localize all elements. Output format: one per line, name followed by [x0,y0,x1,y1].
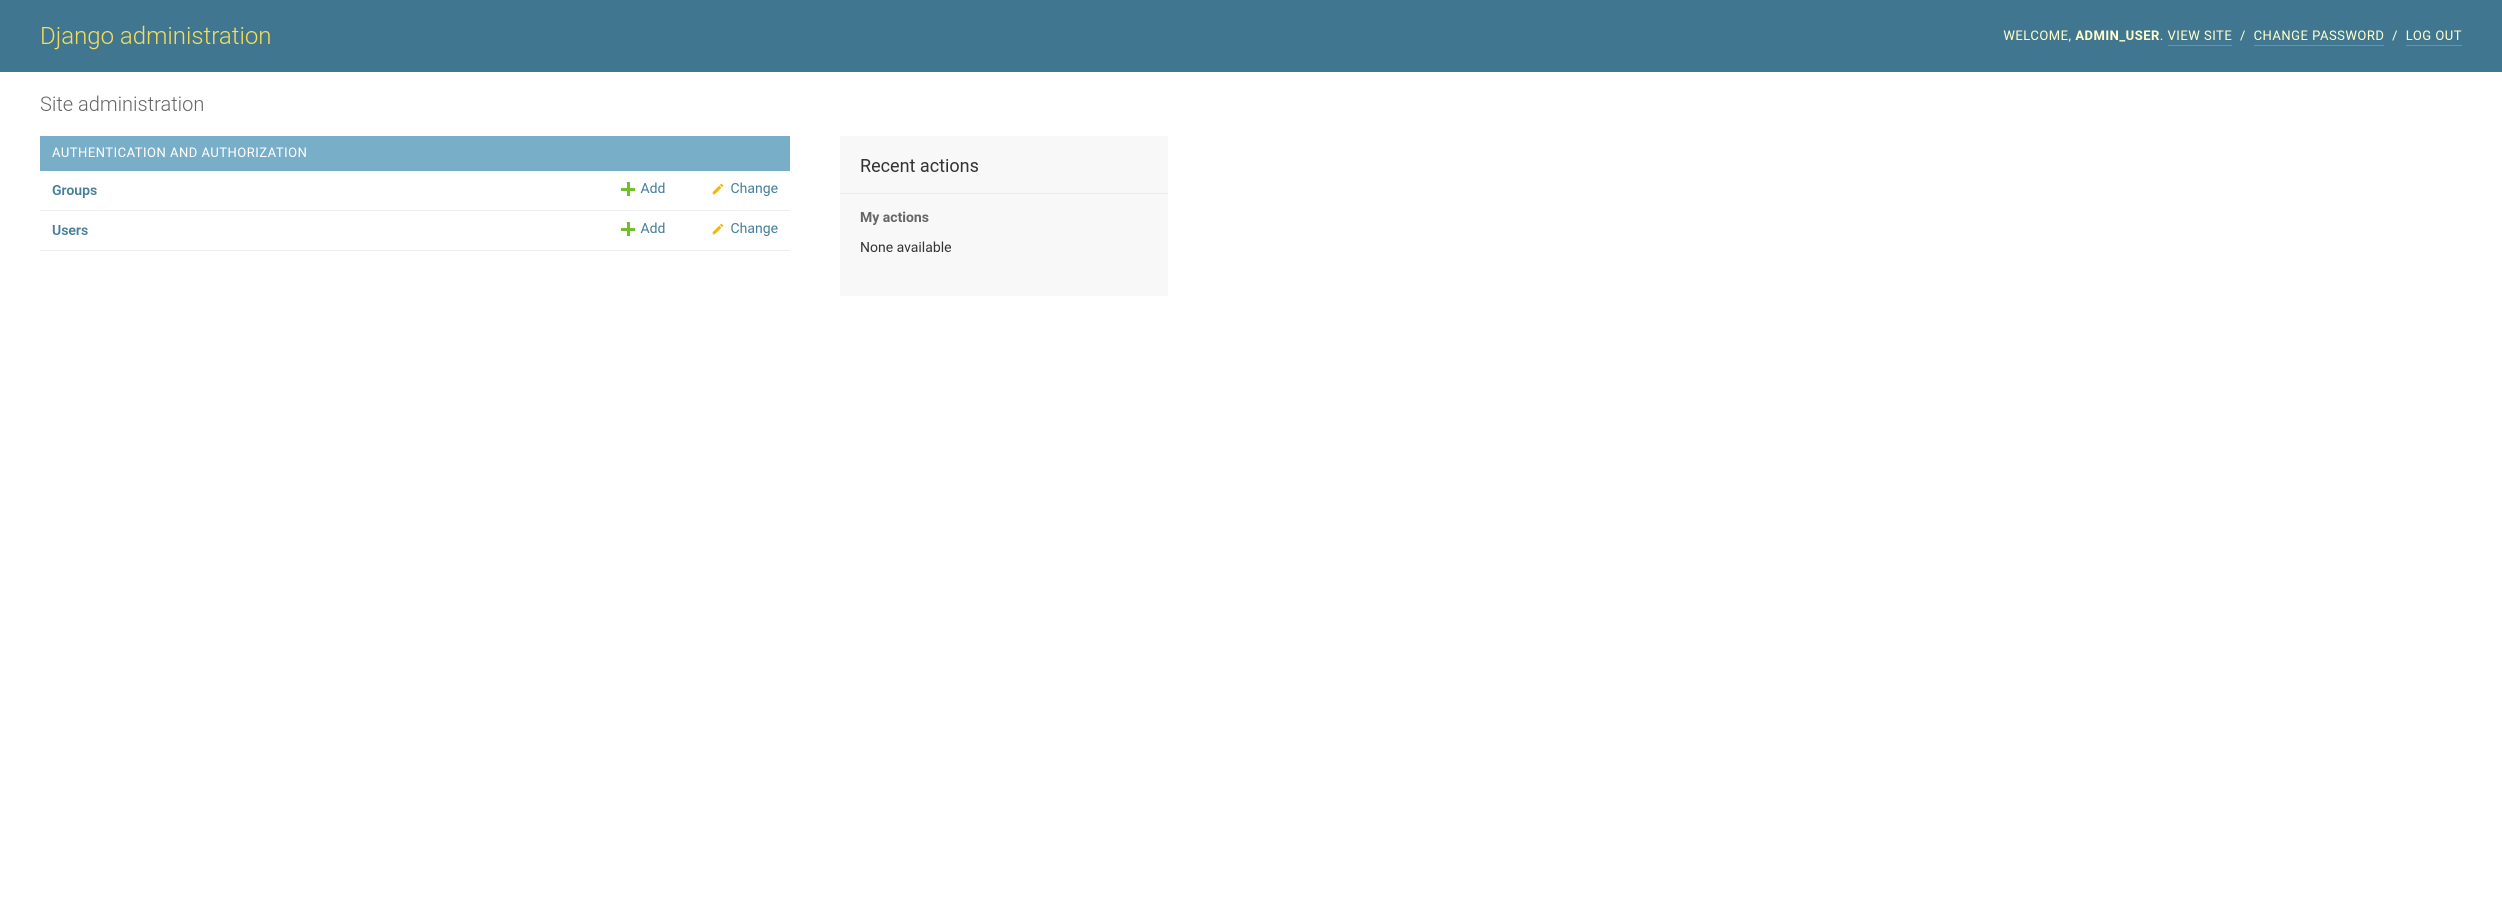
model-add-cell: Add [609,211,699,251]
pencil-icon [711,182,725,196]
model-row-groups: Groups Add [40,171,790,211]
username: ADMIN_USER [2075,29,2160,44]
change-password-link[interactable]: Change password [2254,29,2385,46]
content-main: Authentication and Authorization Groups … [40,136,790,271]
content: Site administration Authentication and A… [0,72,2502,316]
model-name-cell: Users [40,211,609,251]
add-label: Add [641,181,666,197]
logout-link[interactable]: Log out [2406,29,2462,46]
branding: Django administration [40,22,272,50]
separator: / [2240,29,2246,44]
model-row-users: Users Add [40,211,790,251]
recent-actions-subtitle: My actions [840,194,1168,226]
recent-actions-module: Recent actions My actions None available [840,136,1168,276]
model-link-groups[interactable]: Groups [52,183,97,199]
site-title: Django administration [40,22,272,50]
model-change-cell: Change [699,211,790,251]
model-add-cell: Add [609,171,699,211]
content-related: Recent actions My actions None available [840,136,1168,296]
change-link-users[interactable]: Change [711,221,778,237]
view-site-link[interactable]: View site [2168,29,2233,46]
app-module-auth: Authentication and Authorization Groups … [40,136,790,251]
header: Django administration Welcome, ADMIN_USE… [0,0,2502,72]
user-tools: Welcome, ADMIN_USER. View site / Change … [2003,29,2462,44]
model-change-cell: Change [699,171,790,211]
model-link-users[interactable]: Users [52,223,88,239]
pencil-icon [711,222,725,236]
app-caption-link-auth[interactable]: Authentication and Authorization [52,146,307,161]
change-label: Change [731,221,778,237]
plus-icon [621,222,635,236]
separator: / [2392,29,2398,44]
model-name-cell: Groups [40,171,609,211]
site-title-link[interactable]: Django administration [40,22,272,50]
add-label: Add [641,221,666,237]
app-table-auth: Authentication and Authorization Groups … [40,136,790,251]
welcome-text: Welcome, [2003,29,2071,44]
change-link-groups[interactable]: Change [711,181,778,197]
recent-actions-empty: None available [840,226,1168,276]
recent-actions-title: Recent actions [840,136,1168,194]
page-title: Site administration [40,92,2462,116]
app-caption-auth: Authentication and Authorization [40,136,790,171]
plus-icon [621,182,635,196]
add-link-users[interactable]: Add [621,221,666,237]
add-link-groups[interactable]: Add [621,181,666,197]
change-label: Change [731,181,778,197]
dot: . [2160,29,2164,44]
